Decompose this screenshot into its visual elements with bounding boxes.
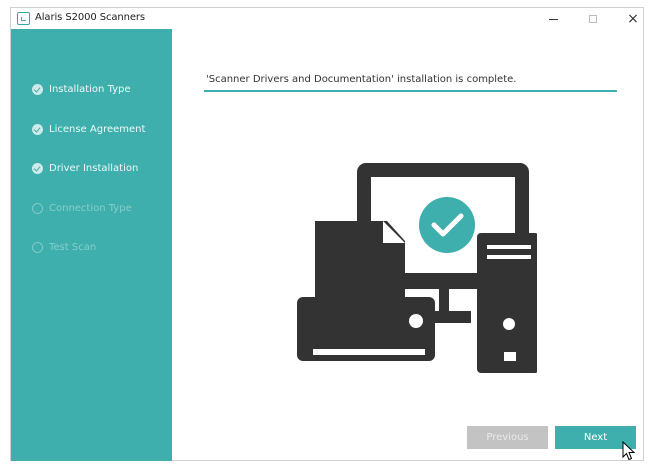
step-test-scan: Test Scan — [32, 240, 96, 254]
computer-scanner-check-icon — [297, 163, 537, 373]
minimize-button[interactable] — [535, 8, 571, 30]
close-icon: × — [627, 11, 639, 27]
step-complete-check-icon — [32, 123, 43, 135]
step-label: Installation Type — [49, 83, 131, 95]
step-label: License Agreement — [49, 123, 146, 135]
step-pending-circle-icon — [32, 241, 43, 253]
maximize-button[interactable] — [575, 8, 611, 30]
close-button[interactable]: × — [615, 8, 650, 30]
maximize-icon — [589, 15, 597, 23]
minimize-icon — [548, 18, 558, 20]
status-divider — [204, 90, 617, 92]
step-label: Driver Installation — [49, 162, 139, 174]
step-label: Connection Type — [49, 202, 132, 214]
title-bar: Alaris S2000 Scanners × — [11, 8, 643, 30]
step-label: Test Scan — [49, 241, 97, 253]
window-title: Alaris S2000 Scanners — [35, 12, 146, 23]
mouse-cursor-icon — [622, 441, 636, 461]
step-pending-circle-icon — [32, 202, 43, 214]
app-icon — [17, 12, 30, 25]
installation-status-message: 'Scanner Drivers and Documentation' inst… — [206, 74, 517, 85]
step-installation-type: Installation Type — [32, 82, 131, 96]
step-driver-installation: Driver Installation — [32, 161, 138, 175]
installer-window: Alaris S2000 Scanners × Installation Typ… — [10, 7, 644, 461]
step-complete-check-icon — [32, 83, 43, 95]
step-license-agreement: License Agreement — [32, 122, 145, 136]
step-complete-check-icon — [32, 162, 43, 174]
steps-sidebar: Installation Type License Agreement Driv… — [11, 29, 172, 461]
step-connection-type: Connection Type — [32, 201, 132, 215]
previous-button[interactable]: Previous — [467, 426, 548, 449]
